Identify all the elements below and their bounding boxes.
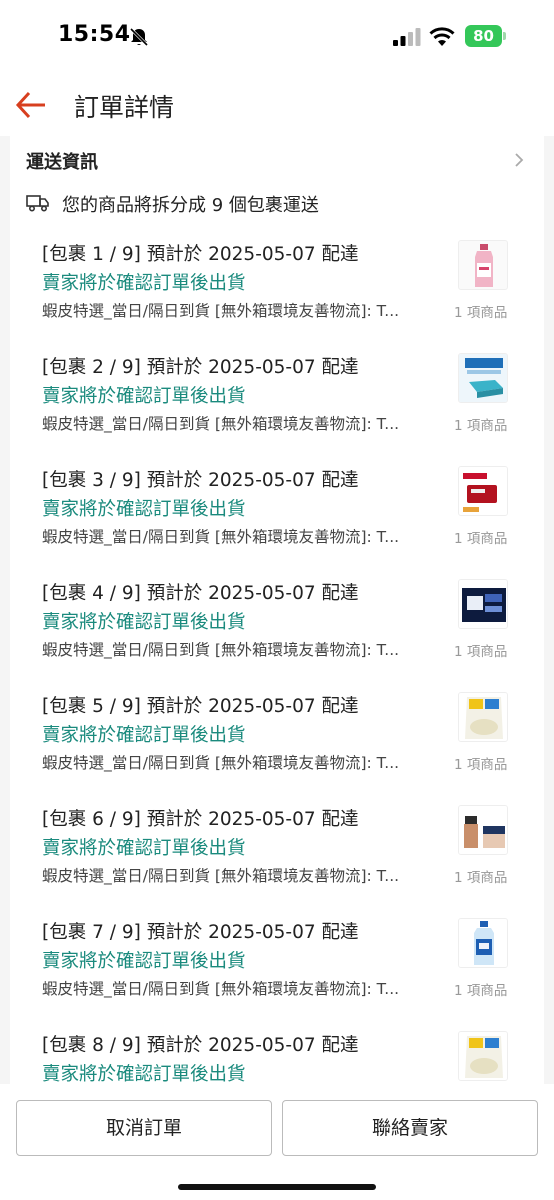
- package-status: 賣家將於確認訂單後出貨: [42, 1064, 246, 1084]
- product-thumbnail: [458, 579, 508, 629]
- status-time: 15:54: [58, 22, 131, 47]
- item-count: 1 項商品: [454, 757, 508, 773]
- package-carrier: 蝦皮特選_當日/隔日到貨 [無外箱環境友善物流]: T...: [42, 528, 400, 546]
- page-title: 訂單詳情: [74, 93, 175, 122]
- package-status: 賣家將於確認訂單後出貨: [42, 386, 246, 407]
- cancel-order-button[interactable]: 取消訂單: [16, 1100, 272, 1156]
- item-count: 1 項商品: [454, 305, 508, 321]
- package-title: [包裹 5 / 9] 預計於 2025-05-07 配達: [42, 696, 359, 717]
- product-thumbnail: [458, 692, 508, 742]
- package-status: 賣家將於確認訂單後出貨: [42, 838, 246, 859]
- package-title: [包裹 6 / 9] 預計於 2025-05-07 配達: [42, 809, 359, 830]
- status-bar: 15:54 80: [0, 0, 554, 74]
- package-carrier: 蝦皮特選_當日/隔日到貨 [無外箱環境友善物流]: T...: [42, 754, 400, 772]
- product-thumbnail: [458, 240, 508, 290]
- product-thumbnail: [458, 1031, 508, 1081]
- package-status: 賣家將於確認訂單後出貨: [42, 499, 246, 520]
- battery-tip: [503, 32, 506, 40]
- bell-slash-icon: [129, 27, 149, 47]
- package-status: 賣家將於確認訂單後出貨: [42, 951, 246, 972]
- item-count: 1 項商品: [454, 870, 508, 886]
- section-title: 運送資訊: [26, 152, 98, 173]
- truck-icon: [26, 195, 49, 212]
- battery-icon: 80: [465, 25, 507, 47]
- product-thumbnail: [458, 805, 508, 855]
- package-item[interactable]: [包裹 5 / 9] 預計於 2025-05-07 配達 賣家將於確認訂單後出貨…: [10, 692, 544, 805]
- bottom-action-bar: 取消訂單 聯絡賣家: [0, 1084, 554, 1200]
- package-carrier: 蝦皮特選_當日/隔日到貨 [無外箱環境友善物流]: T...: [42, 415, 400, 433]
- package-status: 賣家將於確認訂單後出貨: [42, 725, 246, 746]
- item-count: 1 項商品: [454, 531, 508, 547]
- product-thumbnail: [458, 466, 508, 516]
- split-package-note: 您的商品將拆分成 9 個包裹運送: [62, 195, 319, 216]
- package-title: [包裹 8 / 9] 預計於 2025-05-07 配達: [42, 1035, 359, 1056]
- package-item[interactable]: [包裹 1 / 9] 預計於 2025-05-07 配達 賣家將於確認訂單後出貨…: [10, 240, 544, 353]
- item-count: 1 項商品: [454, 418, 508, 434]
- signal-icon: [393, 28, 421, 46]
- package-item[interactable]: [包裹 4 / 9] 預計於 2025-05-07 配達 賣家將於確認訂單後出貨…: [10, 579, 544, 692]
- package-title: [包裹 7 / 9] 預計於 2025-05-07 配達: [42, 922, 359, 943]
- package-status: 賣家將於確認訂單後出貨: [42, 273, 246, 294]
- package-carrier: 蝦皮特選_當日/隔日到貨 [無外箱環境友善物流]: T...: [42, 867, 400, 885]
- package-title: [包裹 3 / 9] 預計於 2025-05-07 配達: [42, 470, 359, 491]
- product-thumbnail: [458, 353, 508, 403]
- item-count: 1 項商品: [454, 644, 508, 660]
- shipping-info-card: 運送資訊 您的商品將拆分成 9 個包裹運送 [包裹 1 / 9] 預計於 202…: [10, 136, 544, 1084]
- package-title: [包裹 1 / 9] 預計於 2025-05-07 配達: [42, 244, 359, 265]
- wifi-icon: [429, 27, 455, 46]
- package-item[interactable]: [包裹 2 / 9] 預計於 2025-05-07 配達 賣家將於確認訂單後出貨…: [10, 353, 544, 466]
- chevron-right-icon[interactable]: [512, 150, 526, 170]
- contact-seller-button[interactable]: 聯絡賣家: [282, 1100, 538, 1156]
- arrow-left-icon[interactable]: [14, 90, 48, 120]
- package-status: 賣家將於確認訂單後出貨: [42, 612, 246, 633]
- package-carrier: 蝦皮特選_當日/隔日到貨 [無外箱環境友善物流]: T...: [42, 641, 400, 659]
- package-item[interactable]: [包裹 3 / 9] 預計於 2025-05-07 配達 賣家將於確認訂單後出貨…: [10, 466, 544, 579]
- header: 訂單詳情: [0, 74, 554, 136]
- home-indicator[interactable]: [178, 1184, 376, 1190]
- package-title: [包裹 2 / 9] 預計於 2025-05-07 配達: [42, 357, 359, 378]
- battery-level: 80: [473, 27, 494, 45]
- product-thumbnail: [458, 918, 508, 968]
- package-item[interactable]: [包裹 8 / 9] 預計於 2025-05-07 配達 賣家將於確認訂單後出貨: [10, 1031, 544, 1084]
- package-carrier: 蝦皮特選_當日/隔日到貨 [無外箱環境友善物流]: T...: [42, 980, 400, 998]
- item-count: 1 項商品: [454, 983, 508, 999]
- package-carrier: 蝦皮特選_當日/隔日到貨 [無外箱環境友善物流]: T...: [42, 302, 400, 320]
- package-item[interactable]: [包裹 6 / 9] 預計於 2025-05-07 配達 賣家將於確認訂單後出貨…: [10, 805, 544, 918]
- package-title: [包裹 4 / 9] 預計於 2025-05-07 配達: [42, 583, 359, 604]
- package-item[interactable]: [包裹 7 / 9] 預計於 2025-05-07 配達 賣家將於確認訂單後出貨…: [10, 918, 544, 1031]
